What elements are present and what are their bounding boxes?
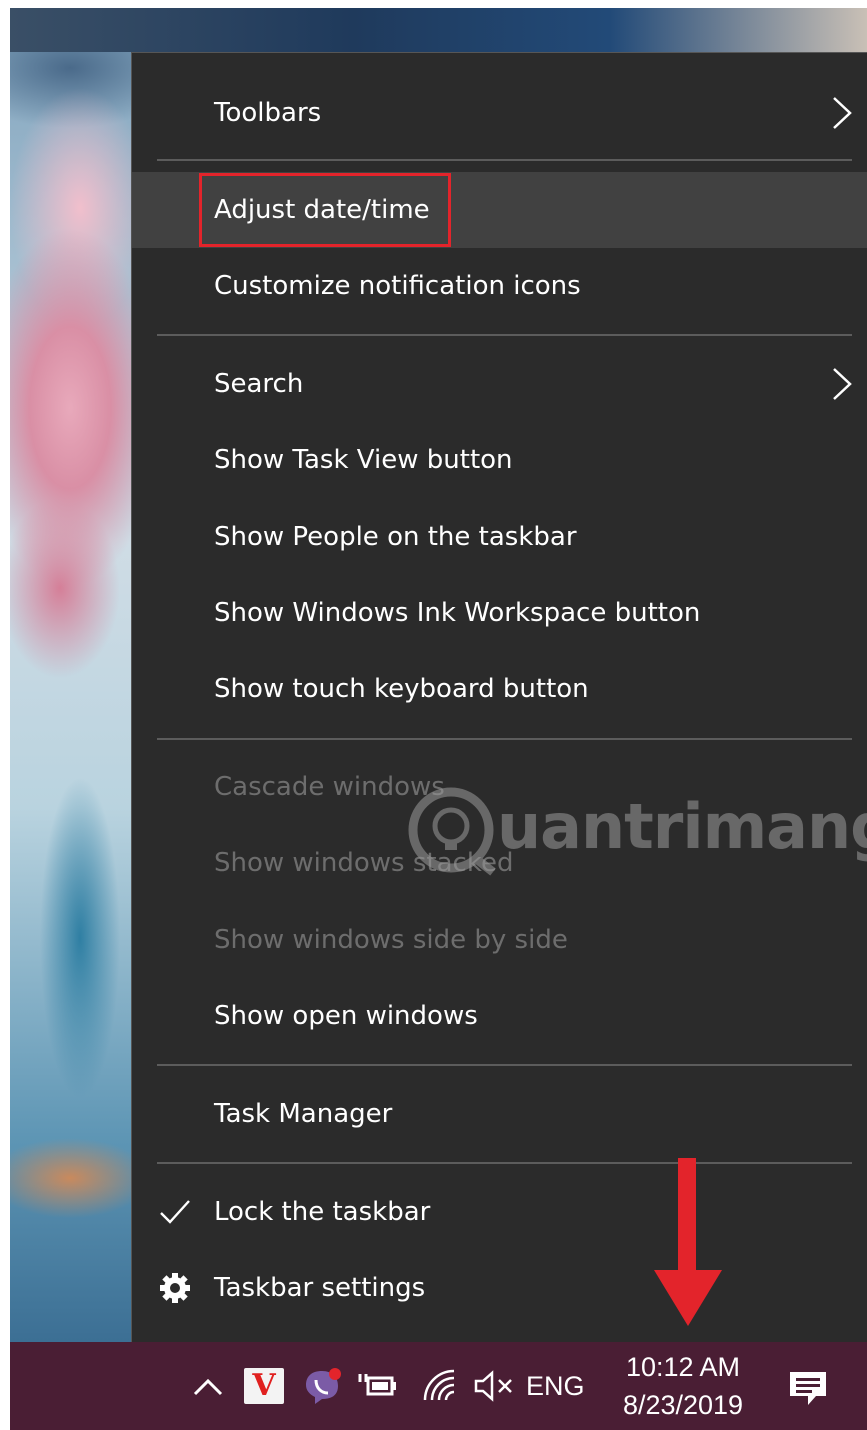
viber-icon[interactable] — [302, 1366, 342, 1406]
menu-item-lock-taskbar[interactable]: Lock the taskbar — [132, 1174, 867, 1250]
vivaldi-icon[interactable]: V — [244, 1368, 284, 1404]
menu-item-label: Toolbars — [214, 98, 322, 128]
menu-item-label: Show open windows — [214, 1001, 478, 1031]
menu-item-show-people[interactable]: Show People on the taskbar — [132, 499, 867, 575]
menu-item-show-task-view[interactable]: Show Task View button — [132, 422, 867, 498]
clock[interactable]: 10:12 AM 8/23/2019 — [608, 1348, 758, 1424]
checkmark-icon — [160, 1200, 190, 1224]
menu-item-customize-notification-icons[interactable]: Customize notification icons — [132, 248, 867, 324]
menu-item-label: Show windows side by side — [214, 925, 568, 955]
language-indicator[interactable]: ENG — [526, 1368, 585, 1404]
menu-item-label: Show Task View button — [214, 445, 513, 475]
menu-item-label: Show People on the taskbar — [214, 522, 577, 552]
menu-separator — [157, 1162, 852, 1164]
menu-item-label: Taskbar settings — [214, 1273, 426, 1303]
menu-separator — [157, 334, 852, 336]
menu-separator — [157, 159, 852, 161]
menu-separator — [157, 1064, 852, 1066]
chevron-right-icon — [833, 368, 852, 400]
menu-item-label: Show Windows Ink Workspace button — [214, 598, 701, 628]
clock-date: 8/23/2019 — [622, 1390, 744, 1420]
vivaldi-glyph: V — [252, 1368, 276, 1403]
menu-item-show-windows-side-by-side: Show windows side by side — [132, 902, 867, 978]
menu-item-label: Customize notification icons — [214, 271, 581, 301]
power-icon[interactable] — [356, 1368, 400, 1404]
menu-item-show-ink-workspace[interactable]: Show Windows Ink Workspace button — [132, 575, 867, 651]
menu-item-task-manager[interactable]: Task Manager — [132, 1076, 867, 1152]
taskbar: V ENG 10:12 AM 8/23/2019 — [10, 1342, 867, 1430]
volume-muted-icon[interactable] — [472, 1366, 516, 1406]
notification-icon[interactable] — [786, 1368, 830, 1408]
chevron-up-icon[interactable] — [188, 1366, 228, 1406]
wallpaper-top-band — [10, 8, 867, 52]
wifi-icon[interactable] — [420, 1366, 460, 1406]
menu-item-label: Search — [214, 369, 304, 399]
menu-item-search[interactable]: Search — [132, 346, 867, 422]
chevron-right-icon — [833, 97, 852, 129]
annotation-arrow-down-icon — [654, 1158, 722, 1326]
menu-item-show-touch-keyboard[interactable]: Show touch keyboard button — [132, 651, 867, 727]
menu-item-label: Show touch keyboard button — [214, 674, 589, 704]
menu-item-label: Task Manager — [214, 1099, 393, 1129]
watermark: uantrimang — [405, 780, 867, 880]
annotation-highlight-box — [199, 173, 451, 247]
clock-time: 10:12 AM — [625, 1352, 741, 1382]
menu-item-taskbar-settings[interactable]: Taskbar settings — [132, 1250, 867, 1326]
menu-item-show-open-windows[interactable]: Show open windows — [132, 978, 867, 1054]
watermark-text: uantrimang — [497, 790, 867, 863]
menu-item-label: Lock the taskbar — [214, 1197, 431, 1227]
menu-item-toolbars[interactable]: Toolbars — [132, 75, 867, 151]
gear-icon — [160, 1273, 190, 1303]
watermark-logo — [408, 787, 496, 876]
menu-separator — [157, 738, 852, 740]
